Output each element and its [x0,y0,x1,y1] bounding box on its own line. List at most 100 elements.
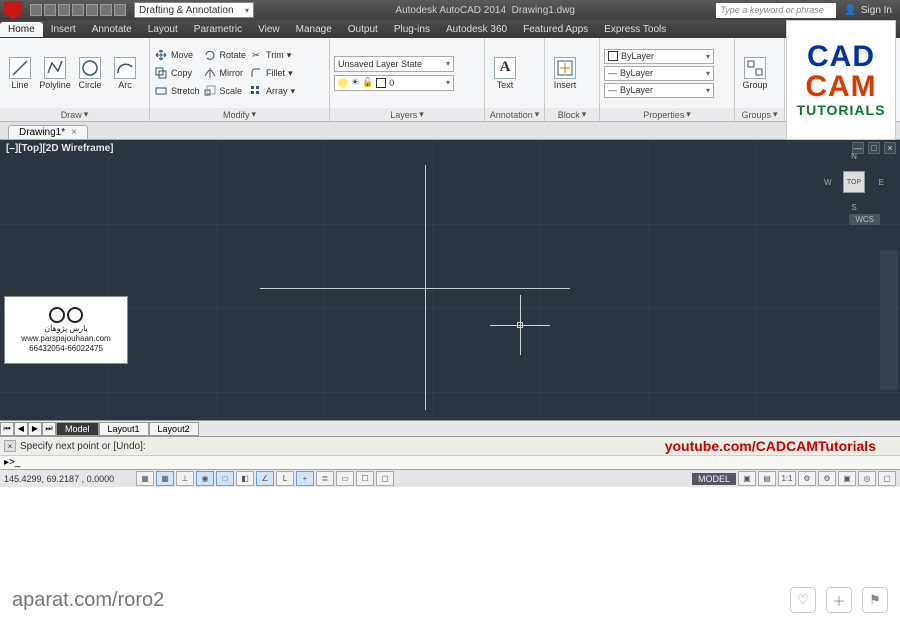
hardware-accel-icon[interactable]: ▣ [838,471,856,486]
lwt-button[interactable]: ≣ [316,471,334,486]
rotate-button[interactable]: Rotate [203,47,247,64]
annotation-scale-button[interactable]: 1:1 [778,471,796,486]
snap-button[interactable]: ▦ [136,471,154,486]
next-icon[interactable]: ▶ [28,422,42,436]
prev-icon[interactable]: ◀ [14,422,28,436]
tab-manage[interactable]: Manage [288,22,340,37]
chevron-down-icon[interactable]: ▾ [251,109,256,120]
panel-annotation: AText Annotation▾ [485,38,545,121]
layout-tab-model[interactable]: Model [56,422,99,436]
lineweight-dropdown[interactable]: —ByLayer [604,66,714,81]
color-dropdown[interactable]: ByLayer [604,49,714,64]
annotation-visibility-icon[interactable]: ⚙ [798,471,816,486]
flag-button[interactable]: ⚑ [862,587,888,613]
view-cube[interactable]: N S E W TOP [826,154,882,210]
add-button[interactable]: ＋ [826,587,852,613]
tab-featured-apps[interactable]: Featured Apps [515,22,596,37]
layout-tab-layout2[interactable]: Layout2 [149,422,199,436]
command-input[interactable] [20,457,896,468]
array-button[interactable]: Array▾ [249,83,295,100]
bulb-icon [338,78,348,88]
qat-saveas-icon[interactable] [72,4,84,16]
qat-save-icon[interactable] [58,4,70,16]
group-button[interactable]: Group [739,57,771,90]
arc-button[interactable]: Arc [109,57,141,90]
circle-button[interactable]: Circle [74,57,106,90]
like-button[interactable]: ♡ [790,587,816,613]
mirror-button[interactable]: Mirror [203,65,247,82]
qat-new-icon[interactable] [30,4,42,16]
tab-layout[interactable]: Layout [140,22,186,37]
clean-screen-icon[interactable]: ▢ [878,471,896,486]
text-button[interactable]: AText [489,57,521,90]
polyline-icon [46,59,64,77]
dyn-button[interactable]: + [296,471,314,486]
stretch-button[interactable]: Stretch [154,83,200,100]
scale-icon [204,85,216,97]
fillet-button[interactable]: Fillet▾ [249,65,295,82]
move-button[interactable]: Move [154,47,200,64]
close-icon[interactable]: × [884,142,896,154]
close-icon[interactable]: × [4,440,16,452]
qp-button[interactable]: ☐ [356,471,374,486]
tab-annotate[interactable]: Annotate [84,22,140,37]
help-search-input[interactable]: Type a keyword or phrase [716,3,836,18]
first-icon[interactable]: ⏮ [0,422,14,436]
polyline-button[interactable]: Polyline [39,57,71,90]
wcs-badge[interactable]: WCS [849,214,880,225]
otrack-button[interactable]: ∠ [256,471,274,486]
polar-button[interactable]: ◉ [196,471,214,486]
3dosnap-button[interactable]: ◧ [236,471,254,486]
tab-plugins[interactable]: Plug-ins [386,22,438,37]
chevron-down-icon[interactable]: ▾ [419,109,424,120]
copy-button[interactable]: Copy [154,65,200,82]
workspace-dropdown[interactable]: Drafting & Annotation [134,2,254,18]
insert-button[interactable]: Insert [549,57,581,90]
tab-insert[interactable]: Insert [43,22,84,37]
osnap-button[interactable]: □ [216,471,234,486]
file-tab-drawing1[interactable]: Drawing1*× [8,125,88,139]
tab-parametric[interactable]: Parametric [186,22,250,37]
tab-home[interactable]: Home [0,22,43,37]
tab-view[interactable]: View [250,22,288,37]
viewport-label[interactable]: [–][Top][2D Wireframe] [6,143,114,154]
ortho-button[interactable]: ⊥ [176,471,194,486]
quickview-layouts-icon[interactable]: ▣ [738,471,756,486]
scale-button[interactable]: Scale [203,83,247,100]
current-layer-dropdown[interactable]: ☀ 🔓 0 [334,75,454,91]
ducs-button[interactable]: L [276,471,294,486]
quick-access-toolbar [30,4,126,16]
cadcam-logo: CAD CAM TUTORIALS [786,20,896,140]
panel-block: Insert Block▾ [545,38,600,121]
layout-tab-layout1[interactable]: Layout1 [99,422,149,436]
tab-express-tools[interactable]: Express Tools [596,22,674,37]
tpy-button[interactable]: ▭ [336,471,354,486]
trim-button[interactable]: ✂Trim▾ [249,47,295,64]
close-icon[interactable]: × [71,127,77,138]
move-icon [155,49,167,61]
sun-icon: ☀ [351,77,359,88]
drawing-canvas[interactable]: [–][Top][2D Wireframe] — □ × N S E W TOP… [0,140,900,420]
linetype-dropdown[interactable]: —ByLayer [604,83,714,98]
qat-undo-icon[interactable] [100,4,112,16]
grid-button[interactable]: ▦ [156,471,174,486]
qat-open-icon[interactable] [44,4,56,16]
isolate-objects-icon[interactable]: ◎ [858,471,876,486]
maximize-icon[interactable]: □ [868,142,880,154]
sc-button[interactable]: ▢ [376,471,394,486]
tab-autodesk360[interactable]: Autodesk 360 [438,22,515,37]
line-button[interactable]: Line [4,57,36,90]
layer-state-dropdown[interactable]: Unsaved Layer State [334,56,454,72]
last-icon[interactable]: ⏭ [42,422,56,436]
chevron-down-icon[interactable]: ▾ [84,109,89,120]
navigation-bar[interactable] [880,250,898,390]
model-space-button[interactable]: MODEL [692,473,736,485]
sign-in-button[interactable]: 👤 Sign In [844,5,892,16]
qat-redo-icon[interactable] [114,4,126,16]
quickview-drawings-icon[interactable]: ▤ [758,471,776,486]
qat-plot-icon[interactable] [86,4,98,16]
app-logo[interactable] [4,1,22,19]
workspace-switch-icon[interactable]: ⚙ [818,471,836,486]
coordinates-readout[interactable]: 145.4299, 69.2187 , 0.0000 [4,474,134,484]
tab-output[interactable]: Output [340,22,386,37]
